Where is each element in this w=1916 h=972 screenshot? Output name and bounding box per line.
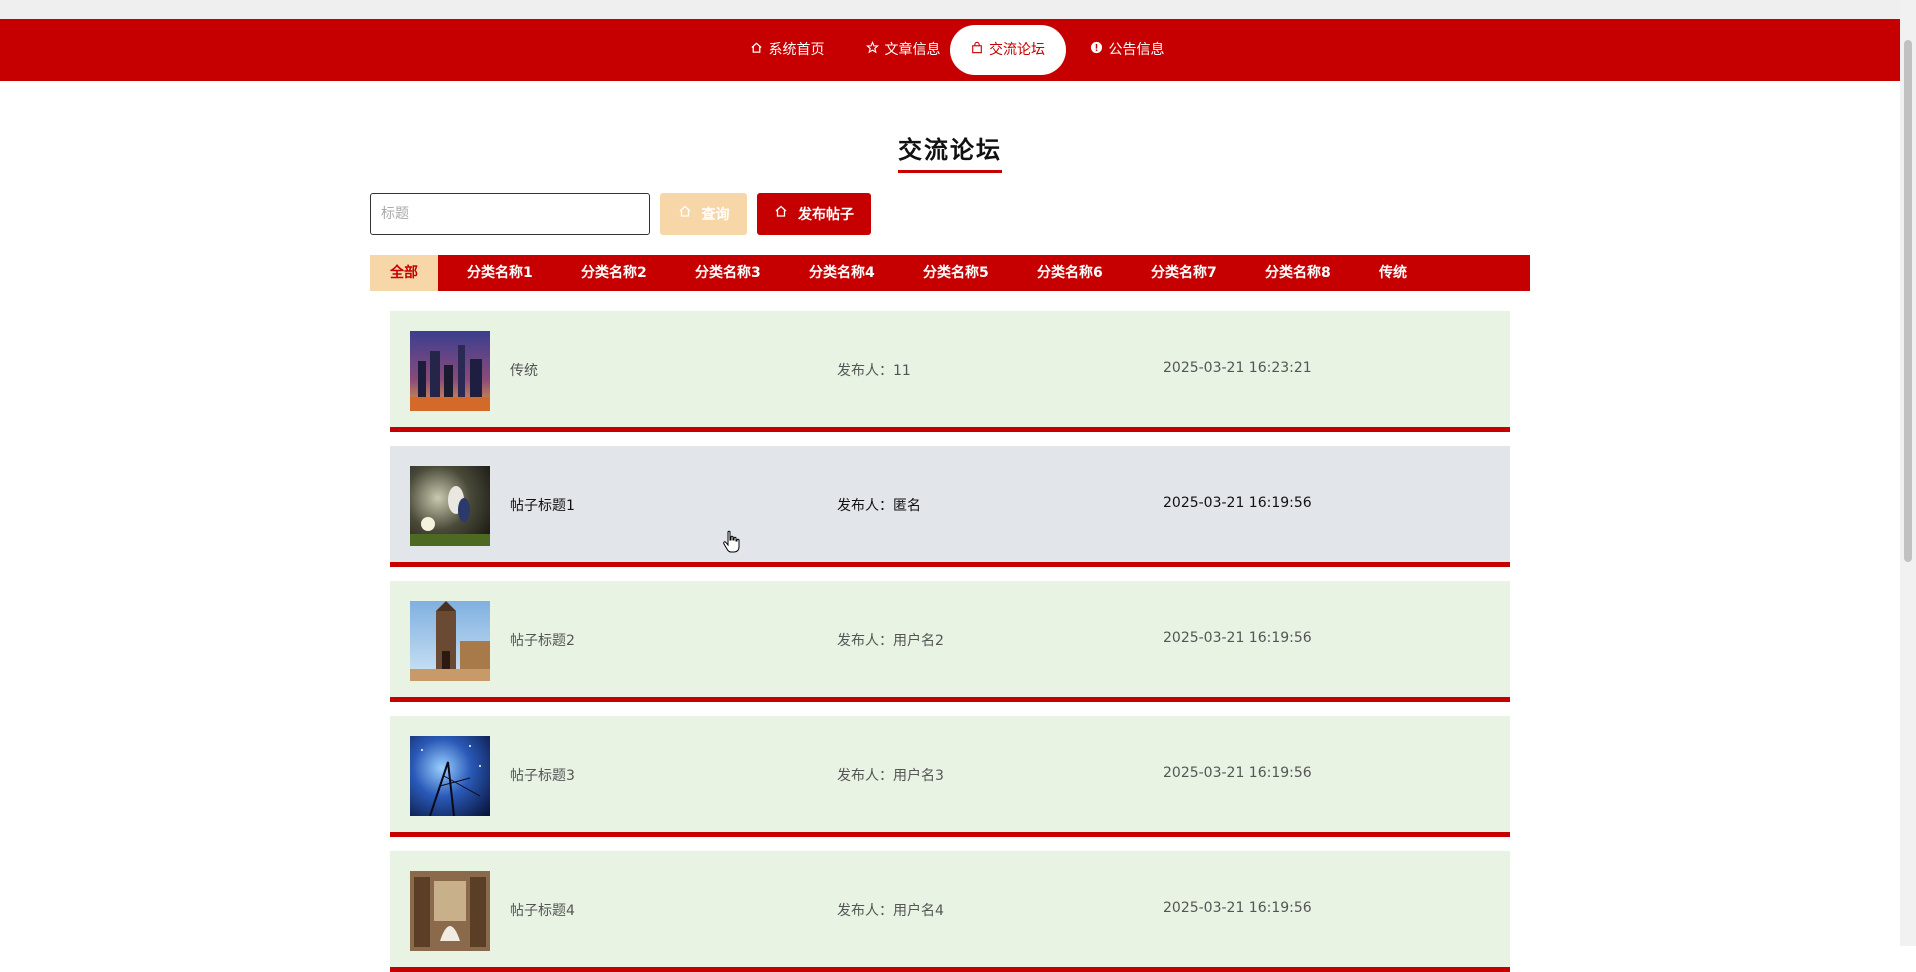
browser-top-strip [0,0,1900,19]
query-button[interactable]: 查询 [660,193,747,235]
post-row[interactable]: 帖子标题1 发布人：匿名 2025-03-21 16:19:56 [390,446,1510,567]
post-title: 帖子标题4 [510,903,575,919]
post-author: 发布人：11 [837,363,911,379]
category-tab[interactable]: 分类名称8 [1265,255,1331,291]
nav-item-articles[interactable]: 文章信息 [844,25,962,75]
nav-item-articles-label: 文章信息 [884,42,941,58]
post-time: 2025-03-21 16:19:56 [1163,630,1312,646]
post-time: 2025-03-21 16:19:56 [1163,765,1312,781]
home-icon [750,25,763,75]
hand-cursor-icon [723,530,741,558]
nav-item-forum-label: 交流论坛 [989,42,1045,58]
post-title: 帖子标题1 [510,498,575,514]
category-bar: 全部 分类名称1 分类名称2 分类名称3 分类名称4 分类名称5 分类名称6 分… [370,255,1530,291]
category-tab[interactable]: 分类名称1 [467,255,533,291]
star-icon [865,25,879,75]
post-time: 2025-03-21 16:19:56 [1163,495,1312,511]
category-tab[interactable]: 传统 [1379,255,1407,291]
nav-item-notices-label: 公告信息 [1108,42,1165,58]
page-title: 交流论坛 [898,136,1002,164]
home-icon [678,193,692,235]
post-thumbnail [410,736,490,817]
top-navigation: 系统首页 文章信息 交流论坛 公告信息 [0,19,1900,81]
post-row[interactable]: 帖子标题2 发布人：用户名2 2025-03-21 16:19:56 [390,581,1510,702]
post-title: 帖子标题2 [510,633,575,649]
page-scrollbar[interactable] [1900,0,1916,946]
post-row[interactable]: 帖子标题3 发布人：用户名3 2025-03-21 16:19:56 [390,716,1510,837]
category-tab[interactable]: 分类名称4 [809,255,875,291]
category-tab-all[interactable]: 全部 [370,255,438,291]
nav-item-home[interactable]: 系统首页 [728,25,846,75]
category-tab[interactable]: 分类名称5 [923,255,989,291]
query-button-label: 查询 [701,207,730,223]
search-input[interactable] [370,193,650,235]
category-tab[interactable]: 分类名称7 [1151,255,1217,291]
bag-icon [971,25,983,75]
post-time: 2025-03-21 16:23:21 [1163,360,1312,376]
post-title: 传统 [510,363,538,379]
post-author: 发布人：用户名4 [837,903,944,919]
info-icon [1090,25,1103,75]
post-row[interactable]: 传统 发布人：11 2025-03-21 16:23:21 [390,311,1510,432]
post-author: 发布人：匿名 [837,498,921,514]
post-button[interactable]: 发布帖子 [757,193,871,235]
category-tab[interactable]: 分类名称6 [1037,255,1103,291]
post-title: 帖子标题3 [510,768,575,784]
category-tab[interactable]: 分类名称2 [581,255,647,291]
nav-item-forum[interactable]: 交流论坛 [950,25,1066,75]
category-tab[interactable]: 分类名称3 [695,255,761,291]
post-thumbnail [410,871,490,951]
post-time: 2025-03-21 16:19:56 [1163,900,1312,916]
post-author: 发布人：用户名3 [837,768,944,784]
nav-item-notices[interactable]: 公告信息 [1068,25,1186,75]
post-row[interactable]: 帖子标题4 发布人：用户名4 2025-03-21 16:19:56 [390,851,1510,972]
post-button-label: 发布帖子 [798,207,854,223]
post-author: 发布人：用户名2 [837,633,944,649]
home-icon [774,193,788,235]
post-thumbnail [410,331,490,411]
scrollbar-thumb[interactable] [1904,40,1912,562]
title-underline [898,170,1002,173]
post-thumbnail [410,601,490,681]
nav-item-home-label: 系统首页 [768,42,825,58]
post-thumbnail [410,466,490,546]
